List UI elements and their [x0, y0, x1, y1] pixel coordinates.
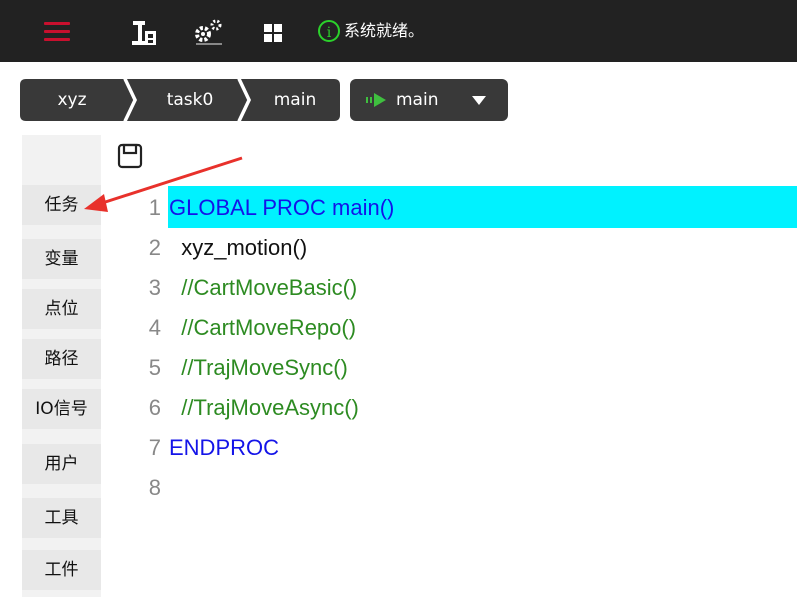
code-text: //TrajMoveSync() — [169, 355, 348, 380]
breadcrumb: xyz task0 main — [20, 79, 340, 121]
gears-icon[interactable] — [192, 17, 226, 47]
code-text: ENDPROC — [169, 435, 280, 460]
breadcrumb-item-xyz[interactable]: xyz — [20, 79, 124, 121]
code-text: //CartMoveBasic() — [169, 275, 358, 300]
run-arrow-icon — [366, 93, 386, 107]
sidebar-item-paths[interactable]: 路径 — [22, 339, 101, 379]
proc-selector-dropdown[interactable]: main — [350, 79, 508, 121]
breadcrumb-item-task0[interactable]: task0 — [134, 79, 246, 121]
line-number: 5 — [148, 355, 161, 380]
status-text: 系统就绪。 — [344, 21, 425, 40]
menu-icon[interactable] — [44, 22, 70, 52]
code-text: //CartMoveRepo() — [169, 315, 357, 340]
sidebar-item-io-signals[interactable]: IO信号 — [22, 389, 101, 429]
proc-selector-label: main — [396, 90, 439, 110]
sidebar-item-points[interactable]: 点位 — [22, 289, 101, 329]
robot-icon[interactable] — [130, 17, 160, 47]
grid-icon[interactable] — [264, 24, 282, 42]
sidebar-item-variables[interactable]: 变量 — [22, 239, 101, 279]
line-number: 2 — [148, 235, 161, 260]
line-number: 7 — [148, 435, 161, 460]
top-toolbar: i 系统就绪。 — [0, 0, 797, 62]
breadcrumb-item-main[interactable]: main — [248, 79, 342, 121]
chevron-down-icon[interactable] — [472, 96, 486, 105]
sidebar-item-users[interactable]: 用户 — [22, 444, 101, 484]
line-number: 6 — [148, 395, 161, 420]
line-number: 3 — [148, 275, 161, 300]
line-number: 8 — [148, 475, 161, 500]
sidebar-item-tools[interactable]: 工具 — [22, 498, 101, 538]
code-text: //TrajMoveAsync() — [169, 395, 359, 420]
sidebar-item-workpieces[interactable]: 工件 — [22, 550, 101, 590]
info-icon: i — [318, 20, 340, 42]
annotation-arrow — [84, 156, 243, 212]
line-number: 4 — [148, 315, 161, 340]
code-text: xyz_motion() — [169, 235, 308, 260]
